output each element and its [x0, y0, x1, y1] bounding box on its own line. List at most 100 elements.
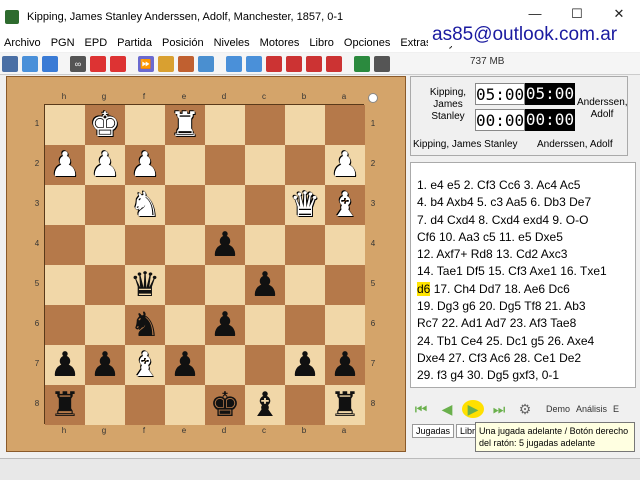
- square-h4[interactable]: [45, 225, 85, 265]
- square-c7[interactable]: [245, 345, 285, 385]
- square-g8[interactable]: [85, 385, 125, 425]
- square-g2[interactable]: ♟: [85, 145, 125, 185]
- square-f3[interactable]: ♞: [125, 185, 165, 225]
- analysis-button[interactable]: Análisis: [576, 404, 607, 414]
- square-g3[interactable]: [85, 185, 125, 225]
- calendar-icon[interactable]: [178, 55, 194, 72]
- tab-jugadas[interactable]: Jugadas: [412, 424, 455, 438]
- move-text[interactable]: 7. d4 Cxd4 8. Cxd4 exd4 9. O-O: [417, 213, 588, 227]
- menu-posicin[interactable]: Posición: [162, 37, 204, 49]
- square-a6[interactable]: [325, 305, 365, 345]
- white-piece-p-icon[interactable]: ♟: [130, 145, 160, 185]
- board-icon[interactable]: [2, 55, 18, 72]
- move-text[interactable]: 4. b4 Axb4 5. c3 Aa5 6. Db3 De7: [417, 195, 591, 209]
- maximize-button[interactable]: ☐: [556, 6, 598, 22]
- previous-move-icon[interactable]: ◀: [436, 400, 458, 418]
- white-piece-b-icon[interactable]: ♝: [130, 345, 160, 385]
- move-text[interactable]: 12. Axf7+ Rd8 13. Cd2 Axc3: [417, 247, 567, 261]
- square-h7[interactable]: ♟: [45, 345, 85, 385]
- white-piece-p-icon[interactable]: ♟: [50, 145, 80, 185]
- menu-pgn[interactable]: PGN: [51, 37, 75, 49]
- square-g1[interactable]: ♚: [85, 105, 125, 145]
- square-d5[interactable]: [205, 265, 245, 305]
- square-a4[interactable]: [325, 225, 365, 265]
- square-f5[interactable]: ♛: [125, 265, 165, 305]
- pgn-plus-icon[interactable]: [266, 55, 282, 72]
- square-d2[interactable]: [205, 145, 245, 185]
- square-e1[interactable]: ♜: [165, 105, 205, 145]
- engine-icon[interactable]: [374, 55, 390, 72]
- square-g5[interactable]: [85, 265, 125, 305]
- move-text[interactable]: Cf6 10. Aa3 c5 11. e5 Dxe5: [417, 230, 563, 244]
- move-line[interactable]: Dxe4 27. Cf3 Ac6 28. Ce1 De2: [417, 350, 629, 367]
- square-b7[interactable]: ♟: [285, 345, 325, 385]
- more-button[interactable]: E: [613, 404, 619, 414]
- move-line[interactable]: 7. d4 Cxd4 8. Cxd4 exd4 9. O-O: [417, 212, 629, 229]
- move-text[interactable]: 1. e4 e5 2. Cf3 Cc6 3. Ac4 Ac5: [417, 178, 580, 192]
- square-c3[interactable]: [245, 185, 285, 225]
- move-text[interactable]: 24. Tb1 Ce4 25. Dc1 g5 26. Axe4: [417, 334, 594, 348]
- square-f1[interactable]: [125, 105, 165, 145]
- current-move[interactable]: d6: [417, 281, 431, 296]
- square-b5[interactable]: [285, 265, 325, 305]
- infinity-icon[interactable]: ∞: [70, 55, 86, 72]
- square-d1[interactable]: [205, 105, 245, 145]
- square-g6[interactable]: [85, 305, 125, 345]
- square-d6[interactable]: ♟: [205, 305, 245, 345]
- square-f8[interactable]: [125, 385, 165, 425]
- gear-icon[interactable]: ⚙: [514, 400, 536, 418]
- move-text[interactable]: 19. Dg3 g6 20. Dg5 Tf8 21. Ab3: [417, 299, 586, 313]
- white-piece-q-icon[interactable]: ♛: [290, 185, 320, 225]
- move-line[interactable]: Rc7 22. Ad1 Ad7 23. Af3 Tae8: [417, 315, 629, 332]
- square-f7[interactable]: ♝: [125, 345, 165, 385]
- flip-icon[interactable]: [158, 55, 174, 72]
- square-b8[interactable]: [285, 385, 325, 425]
- square-b3[interactable]: ♛: [285, 185, 325, 225]
- white-piece-n-icon[interactable]: ♞: [130, 185, 160, 225]
- menu-opciones[interactable]: Opciones: [344, 37, 390, 49]
- black-piece-p-icon[interactable]: ♟: [330, 345, 360, 385]
- minimize-button[interactable]: —: [514, 6, 556, 22]
- move-text[interactable]: 17. Ch4 Dd7 18. Ae6 Dc6: [430, 282, 570, 296]
- square-e4[interactable]: [165, 225, 205, 265]
- square-c5[interactable]: ♟: [245, 265, 285, 305]
- black-piece-q-icon[interactable]: ♛: [130, 265, 160, 305]
- square-e8[interactable]: [165, 385, 205, 425]
- black-piece-p-icon[interactable]: ♟: [210, 305, 240, 345]
- chess-board[interactable]: ♚ ♜ ♟ ♟ ♟ ♟ ♞ ♛ ♝ ♟ ♛ ♟ ♞ ♟ ♟ ♟ ♝ ♟ ♟ ♟ ♜ ♚ ♝ ♜: [44, 104, 365, 425]
- epd-minus-icon[interactable]: [326, 55, 342, 72]
- black-piece-p-icon[interactable]: ♟: [90, 345, 120, 385]
- level-icon[interactable]: [90, 55, 106, 72]
- square-d7[interactable]: [205, 345, 245, 385]
- white-piece-b-icon[interactable]: ♝: [330, 185, 360, 225]
- move-text[interactable]: Dxe4 27. Cf3 Ac6 28. Ce1 De2: [417, 351, 581, 365]
- demo-button[interactable]: Demo: [546, 404, 570, 414]
- square-d4[interactable]: ♟: [205, 225, 245, 265]
- square-f4[interactable]: [125, 225, 165, 265]
- move-line[interactable]: 1. e4 e5 2. Cf3 Cc6 3. Ac4 Ac5: [417, 177, 629, 194]
- square-h3[interactable]: [45, 185, 85, 225]
- black-piece-p-icon[interactable]: ♟: [50, 345, 80, 385]
- black-piece-r-icon[interactable]: ♜: [330, 385, 360, 425]
- zoom-in-icon[interactable]: [226, 55, 242, 72]
- move-line[interactable]: 14. Tae1 Df5 15. Cf3 Axe1 16. Txe1: [417, 263, 629, 280]
- white-piece-p-icon[interactable]: ♟: [330, 145, 360, 185]
- last-move-icon[interactable]: ⏭: [488, 400, 510, 418]
- square-g7[interactable]: ♟: [85, 345, 125, 385]
- square-h6[interactable]: [45, 305, 85, 345]
- pgn-minus-icon[interactable]: [286, 55, 302, 72]
- first-move-icon[interactable]: ⏮: [410, 400, 432, 418]
- demo-icon[interactable]: ⏩: [138, 55, 154, 72]
- next-move-icon[interactable]: ▶: [462, 400, 484, 418]
- move-text[interactable]: 14. Tae1 Df5 15. Cf3 Axe1 16. Txe1: [417, 264, 607, 278]
- move-line[interactable]: 12. Axf7+ Rd8 13. Cd2 Axc3: [417, 246, 629, 263]
- square-c4[interactable]: [245, 225, 285, 265]
- square-c6[interactable]: [245, 305, 285, 345]
- menu-niveles[interactable]: Niveles: [214, 37, 250, 49]
- menu-epd[interactable]: EPD: [85, 37, 108, 49]
- menu-extras[interactable]: Extras: [400, 37, 431, 49]
- square-c8[interactable]: ♝: [245, 385, 285, 425]
- move-line[interactable]: 24. Tb1 Ce4 25. Dc1 g5 26. Axe4: [417, 333, 629, 350]
- white-piece-k-icon[interactable]: ♚: [90, 105, 120, 145]
- menu-motores[interactable]: Motores: [260, 37, 300, 49]
